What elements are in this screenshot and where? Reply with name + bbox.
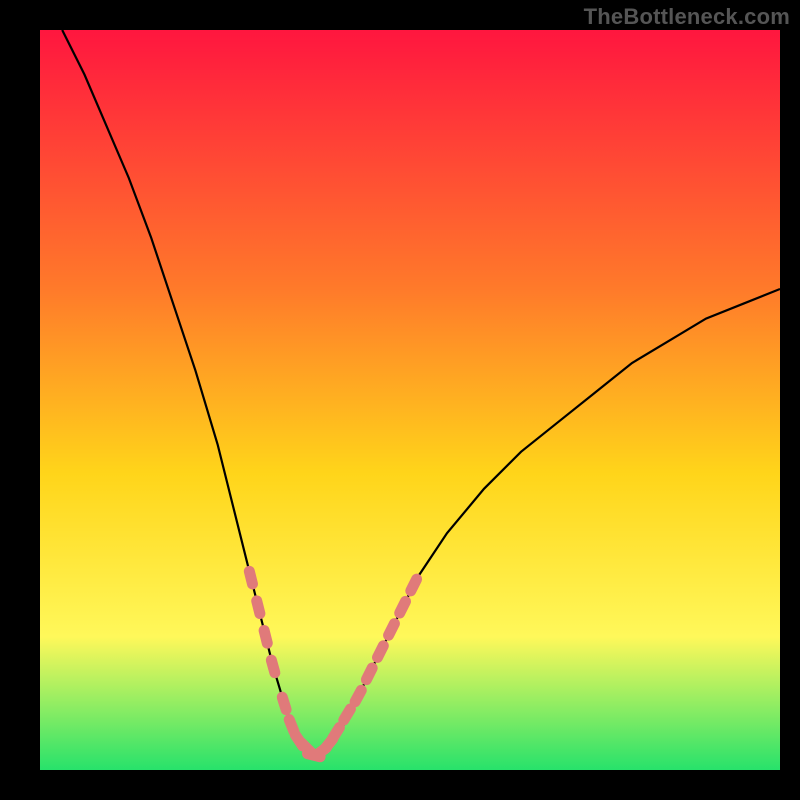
watermark-text: TheBottleneck.com — [584, 4, 790, 30]
bottleneck-chart — [40, 30, 780, 770]
plot-area — [40, 30, 780, 770]
gradient-background — [40, 30, 780, 770]
chart-frame: TheBottleneck.com — [0, 0, 800, 800]
